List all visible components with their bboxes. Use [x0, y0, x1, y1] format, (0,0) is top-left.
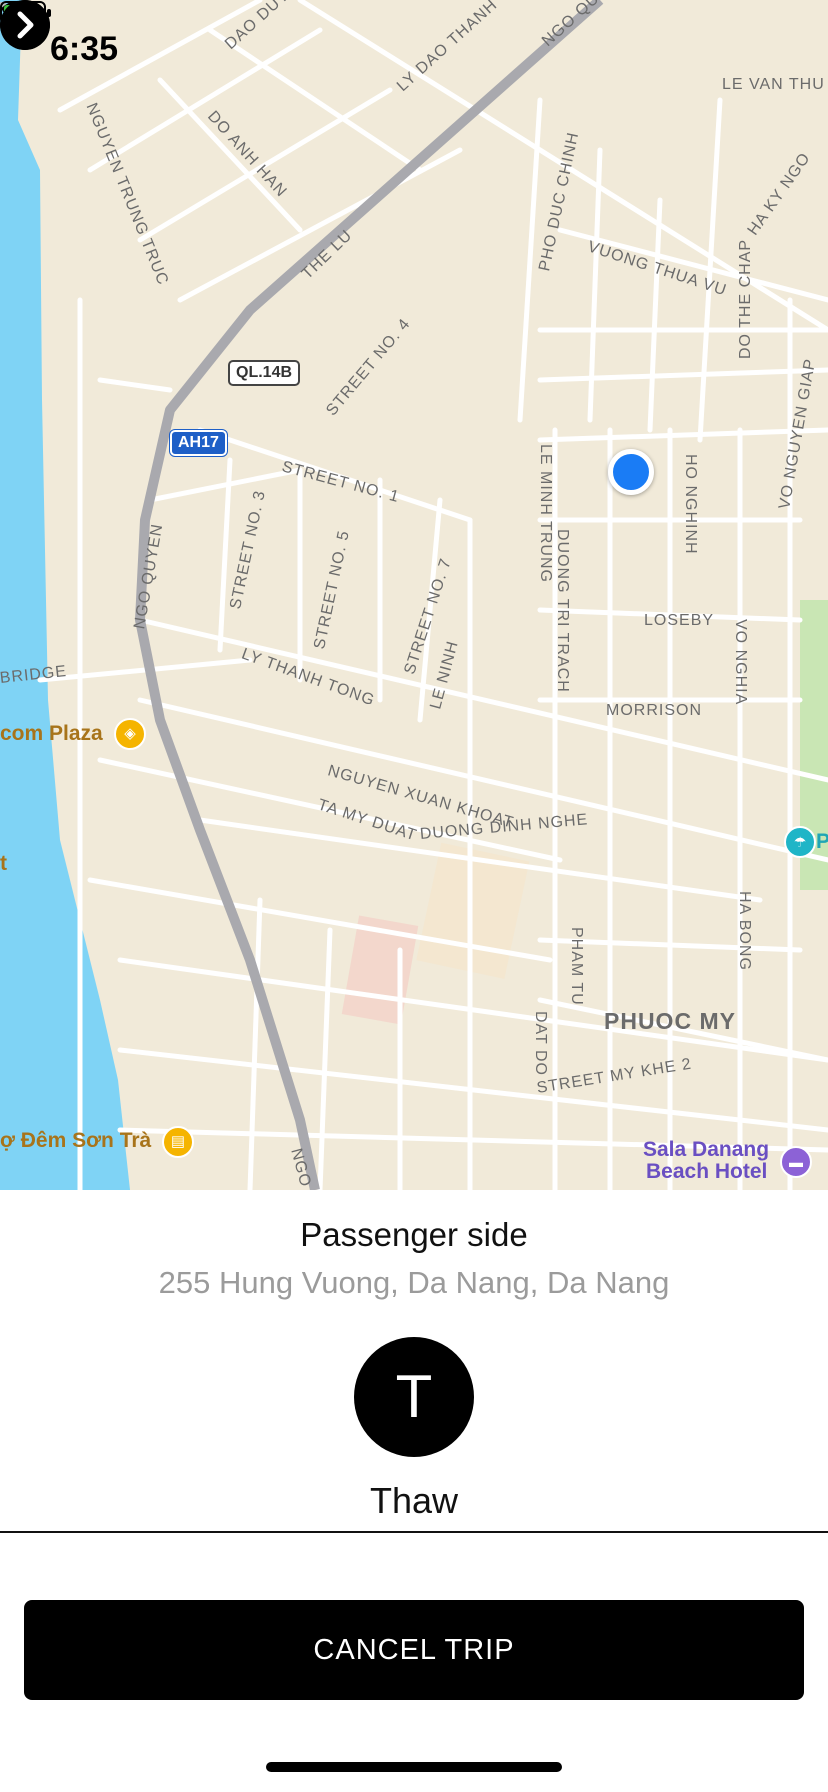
street-label: PHAM TU: [568, 927, 585, 1006]
street-label: LE MINH TRUNG: [537, 444, 554, 583]
current-location-dot: [608, 449, 654, 495]
street-label: LOSEBY: [644, 612, 715, 629]
pickup-title: Passenger side: [300, 1216, 528, 1253]
district-label: PHUOC MY: [604, 1008, 736, 1034]
street-label: MORRISON: [606, 702, 702, 719]
street-label: LE VAN THU: [722, 76, 825, 93]
cancel-trip-button[interactable]: CANCEL TRIP: [24, 1600, 804, 1700]
poi-label-beach[interactable]: P: [816, 830, 828, 854]
food-icon[interactable]: ▤: [162, 1126, 194, 1158]
street-label: DO THE CHAP: [737, 238, 754, 359]
poi-label-hotel[interactable]: Sala Danang: [643, 1138, 769, 1162]
divider: [0, 1531, 828, 1533]
driver-name: Thaw: [369, 1480, 459, 1521]
map-view[interactable]: 6:35 DAO DUY LY DAO THANH NGO QUYEN LE V…: [0, 0, 828, 1190]
chevron-right-icon: [0, 0, 50, 50]
poi-label-market[interactable]: ợ Đêm Sơn Trà: [0, 1129, 151, 1153]
shopping-bag-icon[interactable]: ◈: [114, 718, 146, 750]
poi-label-edge[interactable]: t: [0, 852, 7, 876]
street-label: HO NGHINH: [682, 454, 699, 555]
street-label: VO NGHIA: [732, 619, 749, 706]
street-label: DAT DO: [532, 1011, 549, 1076]
driver-avatar: T: [354, 1337, 474, 1457]
bed-icon[interactable]: ▬: [780, 1146, 812, 1178]
poi-label-plaza[interactable]: com Plaza: [0, 722, 103, 746]
street-label: HA BONG: [736, 891, 753, 971]
status-time: 6:35: [50, 30, 119, 68]
street-label: DUONG TRI TRACH: [554, 529, 571, 693]
highway-shield: AH17: [170, 430, 227, 456]
highway-shield: QL.14B: [228, 360, 301, 386]
home-indicator[interactable]: [266, 1762, 562, 1772]
poi-label-hotel-line2[interactable]: Beach Hotel: [646, 1160, 767, 1184]
pickup-address: 255 Hung Vuong, Da Nang, Da Nang: [158, 1265, 670, 1300]
beach-umbrella-icon[interactable]: ☂: [784, 826, 816, 858]
